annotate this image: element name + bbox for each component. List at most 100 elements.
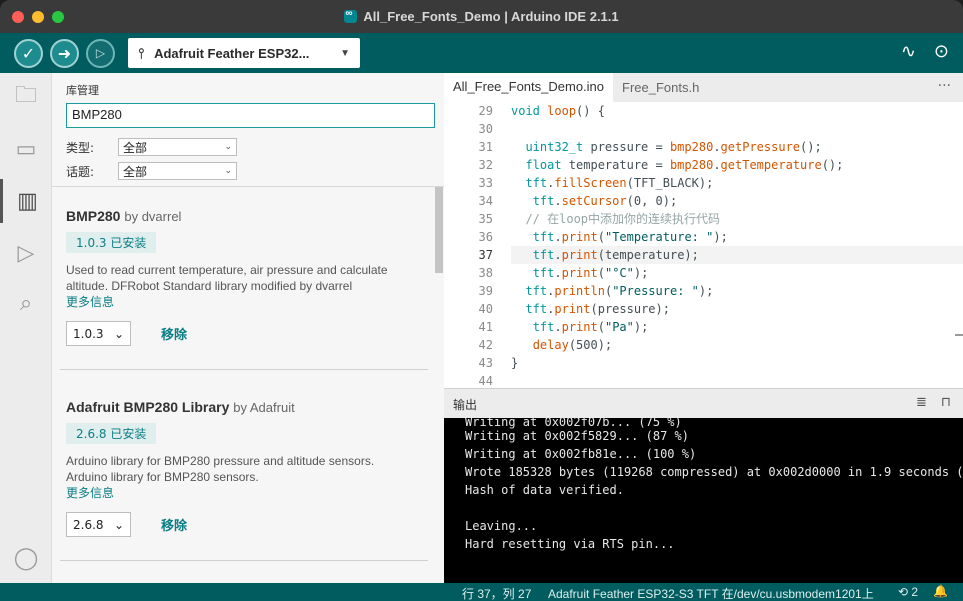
code-line: tft.fillScreen(TFT_BLACK);: [525, 176, 714, 190]
library-item-title: BMP280 by dvarrel: [66, 208, 426, 224]
output-line: Writing at 0x002f5829... (87 %): [465, 429, 689, 443]
topic-filter-label: 话题:: [66, 164, 95, 179]
window-title: All_Free_Fonts_Demo | Arduino IDE 2.1.1: [363, 9, 619, 24]
code-line: tft.print(pressure);: [525, 302, 670, 316]
code-line: uint32_t pressure = bmp280.getPressure()…: [525, 140, 822, 154]
tab-all-free-fonts-demo[interactable]: All_Free_Fonts_Demo.ino: [444, 73, 614, 102]
code-line: }: [511, 356, 519, 370]
library-search-input[interactable]: BMP280: [66, 103, 435, 128]
maximize-window-button[interactable]: [52, 11, 64, 23]
debug-panel-icon[interactable]: ▷: [0, 231, 52, 275]
description-line: Arduino library for BMP280 pressure and …: [66, 454, 375, 468]
line-number: 31: [478, 140, 493, 154]
board-selector-label: Adafruit Feather ESP32...: [154, 45, 310, 61]
tab-free-fonts-h[interactable]: Free_Fonts.h: [613, 73, 708, 102]
output-line: Leaving...: [465, 519, 538, 533]
library-item-actions: 2.6.8 ⌄ 移除: [66, 512, 426, 537]
line-number: 33: [478, 176, 493, 190]
title-bar: All_Free_Fonts_Demo | Arduino IDE 2.1.1: [0, 0, 963, 33]
search-icon[interactable]: ⌕: [0, 281, 52, 325]
line-number: 30: [478, 122, 493, 136]
line-number: 32: [478, 158, 493, 172]
type-filter-value: 全部: [123, 140, 148, 155]
card-separator: [60, 369, 428, 370]
status-bar: 行 37，列 27 Adafruit Feather ESP32-S3 TFT …: [0, 583, 963, 601]
filter-divider: [52, 186, 444, 187]
library-manager-icon[interactable]: ▥: [0, 179, 52, 223]
type-filter-select[interactable]: 全部 ⌄: [118, 138, 237, 156]
line-number: 36: [478, 230, 493, 244]
library-item: Adafruit BMP280 Library by Adafruit 2.6.…: [66, 399, 426, 537]
serial-plotter-icon[interactable]: ∿: [901, 41, 916, 62]
close-window-button[interactable]: [12, 11, 24, 23]
editor-scrollbar[interactable]: [955, 334, 963, 336]
verify-button[interactable]: ✓: [14, 38, 43, 68]
description-line: Used to read current temperature, air pr…: [66, 263, 388, 277]
activity-rail: 🗀 ▭ ▥ ▷ ⌕ ◯: [0, 73, 52, 583]
debug-button[interactable]: ▷: [86, 38, 115, 68]
notifications-indicator[interactable]: ⟲ 2: [898, 585, 918, 599]
sketchbook-folder-icon[interactable]: 🗀: [0, 75, 52, 119]
usb-icon: ⫯: [138, 44, 145, 61]
line-number: 41: [478, 320, 493, 334]
more-info-link[interactable]: 更多信息: [66, 294, 426, 310]
output-line: Hash of data verified.: [465, 483, 624, 497]
upload-button[interactable]: ➜: [50, 38, 79, 68]
library-item-description: Arduino library for BMP280 pressure and …: [66, 453, 426, 485]
clear-output-icon[interactable]: ≣: [916, 395, 927, 410]
code-editor[interactable]: 29 30 31 32 33 34 35 36 37 38 39 40 41 4…: [444, 102, 963, 388]
code-line: // 在loop中添加你的连续执行代码: [525, 212, 721, 226]
output-actions: ≣ ⊓: [916, 395, 951, 410]
code-line: tft.print(temperature);: [532, 248, 699, 262]
more-info-link[interactable]: 更多信息: [66, 485, 426, 501]
output-console[interactable]: Writing at 0x002f07b... (75 %) Writing a…: [444, 418, 963, 583]
chevron-down-icon: ⌄: [113, 517, 124, 532]
version-select[interactable]: 1.0.3 ⌄: [66, 321, 131, 346]
remove-button[interactable]: 移除: [161, 515, 187, 534]
remove-button[interactable]: 移除: [161, 324, 187, 343]
description-line: Arduino library for BMP280 sensors.: [66, 470, 259, 484]
installed-badge: 2.6.8 已安装: [66, 423, 157, 444]
serial-monitor-icon[interactable]: ⊙: [934, 41, 949, 62]
code-line: delay(500);: [532, 338, 613, 352]
board-selector[interactable]: ⫯ Adafruit Feather ESP32... ▼: [128, 38, 360, 68]
output-header: 输出 ≣ ⊓: [444, 388, 963, 418]
boards-manager-icon[interactable]: ▭: [0, 127, 52, 171]
line-number: 38: [478, 266, 493, 280]
library-scrollbar[interactable]: [435, 187, 443, 273]
cursor-position[interactable]: 行 37，列 27: [462, 585, 531, 601]
chevron-down-icon: ⌄: [224, 166, 232, 176]
line-number: 37: [478, 248, 493, 262]
code-line: tft.print("Temperature: ");: [532, 230, 728, 244]
installed-badge: 1.0.3 已安装: [66, 232, 157, 253]
bell-icon[interactable]: 🔔: [933, 584, 948, 598]
version-select[interactable]: 2.6.8 ⌄: [66, 512, 131, 537]
chevron-down-icon: ⌄: [113, 326, 124, 341]
output-line: Hard resetting via RTS pin...: [465, 537, 675, 551]
minimize-window-button[interactable]: [32, 11, 44, 23]
library-item-author: by Adafruit: [233, 400, 295, 415]
line-number: 43: [478, 356, 493, 370]
status-board[interactable]: Adafruit Feather ESP32-S3 TFT 在/dev/cu.u…: [548, 585, 874, 601]
toolbar-right: ∿ ⊙: [901, 41, 949, 62]
topic-filter-value: 全部: [123, 164, 148, 179]
more-tabs-icon[interactable]: ···: [938, 78, 951, 94]
line-number: 29: [478, 104, 493, 118]
library-manager-panel: 库管理 BMP280 类型: 全部 ⌄ 话题: 全部 ⌄ BMP280 by d…: [52, 73, 444, 583]
library-item-name: BMP280: [66, 208, 121, 224]
window-controls: [12, 11, 64, 23]
lock-scroll-icon[interactable]: ⊓: [941, 395, 951, 410]
line-number-gutter: 29 30 31 32 33 34 35 36 37 38 39 40 41 4…: [444, 102, 493, 388]
editor-tab-bar: All_Free_Fonts_Demo.ino Free_Fonts.h ···: [444, 73, 963, 102]
notification-icon: ⟲: [898, 585, 909, 599]
debug-icon: ▷: [95, 46, 106, 60]
chevron-down-icon: ⌄: [224, 142, 232, 152]
topic-filter-select[interactable]: 全部 ⌄: [118, 162, 237, 180]
code-line: tft.print("°C");: [532, 266, 649, 280]
toolbar: ✓ ➜ ▷ ⫯ Adafruit Feather ESP32... ▼ ∿ ⊙: [0, 33, 963, 73]
library-item-description: Used to read current temperature, air pr…: [66, 262, 426, 294]
account-icon[interactable]: ◯: [0, 543, 52, 573]
library-item-title: Adafruit BMP280 Library by Adafruit: [66, 399, 426, 415]
line-number: 39: [478, 284, 493, 298]
